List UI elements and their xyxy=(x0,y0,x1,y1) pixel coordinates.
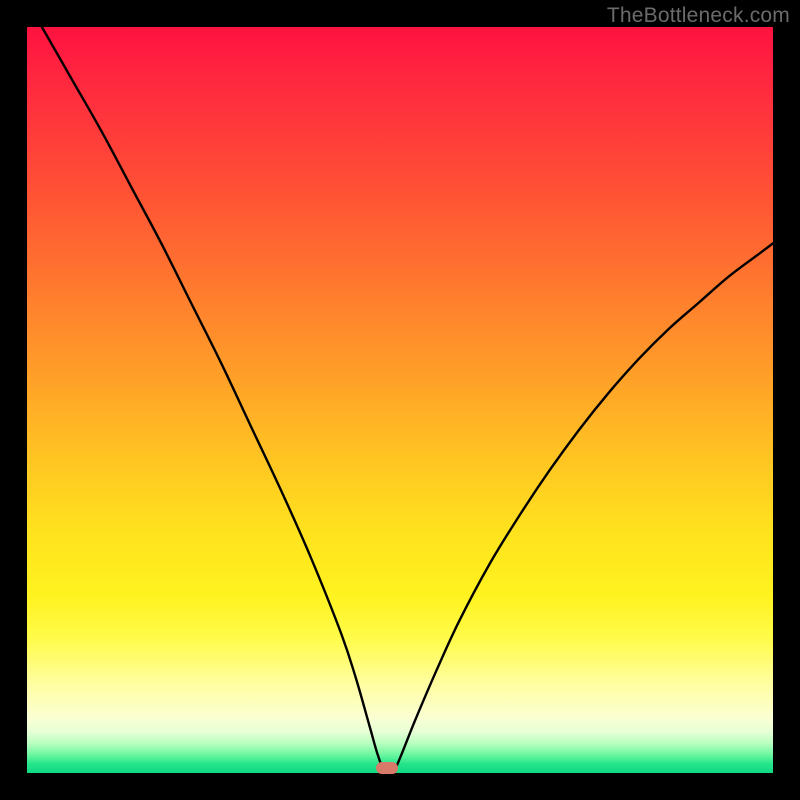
watermark-text: TheBottleneck.com xyxy=(607,4,790,28)
plot-area xyxy=(27,27,773,773)
curve-path xyxy=(42,27,773,773)
chart-frame: TheBottleneck.com xyxy=(0,0,800,800)
bottleneck-curve xyxy=(27,27,773,773)
optimal-point-marker xyxy=(376,762,398,774)
